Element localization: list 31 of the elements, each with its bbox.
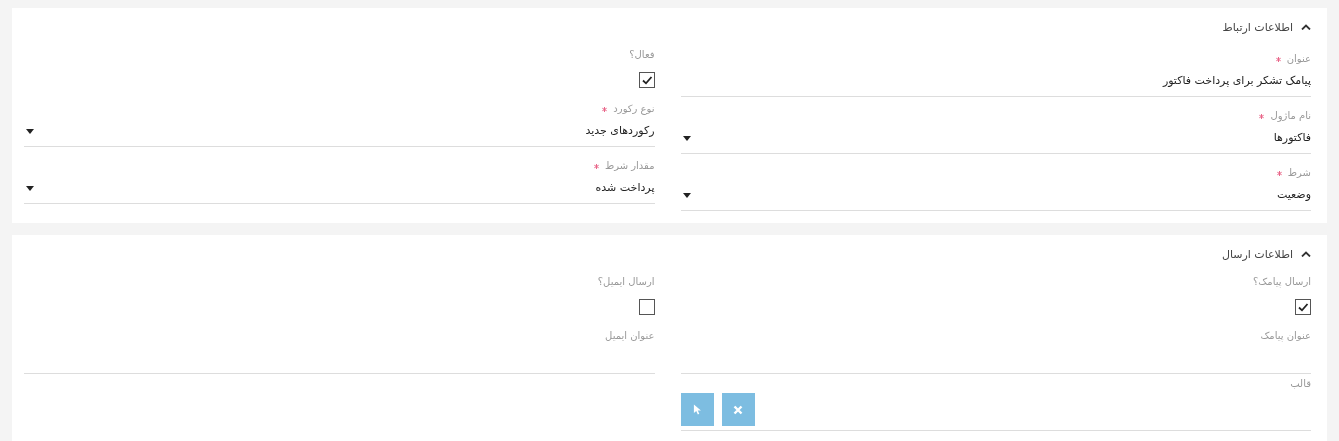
select-button[interactable] (680, 393, 714, 426)
field-label: شرط (1287, 166, 1311, 180)
field-label: ارسال پیامک؟ (1253, 275, 1311, 289)
select-field[interactable]: پرداخت شده (24, 173, 655, 204)
chevron-icon (1301, 251, 1311, 257)
field-label: ارسال ایمیل؟ (597, 275, 655, 289)
chevron-icon (1301, 24, 1311, 30)
checkbox[interactable] (1295, 299, 1311, 315)
field-label: فعال؟ (629, 48, 655, 62)
field-label: عنوان پیامک (1260, 329, 1311, 343)
field-label: عنوان ایمیل (605, 329, 655, 343)
text-field[interactable]: پیامک تشکر برای پرداخت فاکتور (680, 66, 1311, 97)
checkbox[interactable] (638, 72, 655, 88)
caret-icon (682, 135, 691, 141)
select-field[interactable]: فاکتورها (680, 123, 1311, 154)
section-header[interactable]: اطلاعات ارسال (1217, 247, 1311, 261)
cursor-icon (692, 404, 702, 415)
checkbox[interactable] (638, 299, 655, 315)
caret-icon (26, 185, 34, 191)
select-field[interactable]: رکوردهای جدید (24, 116, 655, 147)
close-icon (733, 404, 743, 415)
field-label: مقدار شرط (604, 159, 655, 173)
caret-icon (26, 128, 34, 134)
select-field[interactable]: وضعیت (680, 180, 1311, 211)
field-label: نام ماژول (1270, 109, 1311, 123)
clear-button[interactable] (721, 393, 755, 426)
field-label: قالب (1290, 377, 1311, 391)
section-header[interactable]: اطلاعات ارتباط (1218, 20, 1311, 34)
field-label: عنوان (1286, 52, 1311, 66)
field-label: نوع رکورد (613, 102, 655, 116)
caret-icon (682, 192, 691, 198)
